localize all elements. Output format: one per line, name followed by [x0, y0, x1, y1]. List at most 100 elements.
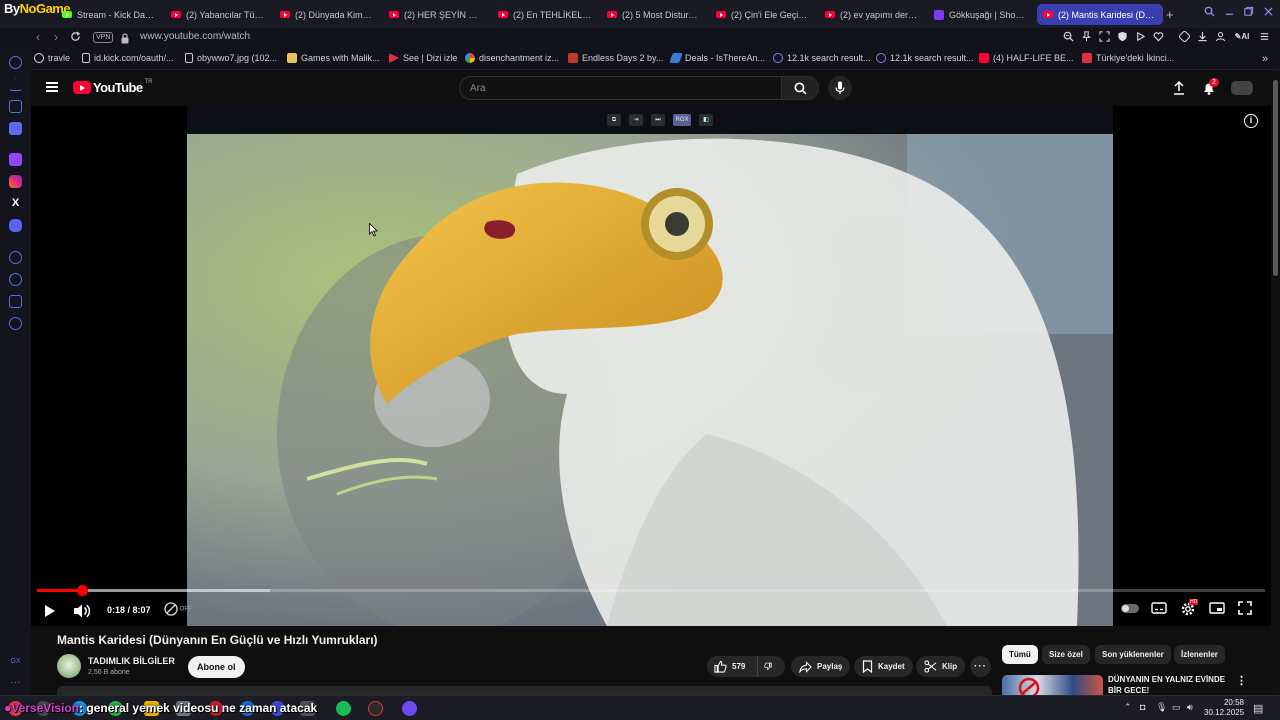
app-icon-recorder[interactable]: [368, 701, 383, 716]
recommendation-thumbnail[interactable]: [1002, 675, 1103, 695]
gx-icon[interactable]: GX: [9, 655, 22, 668]
hamburger-menu-icon[interactable]: [46, 82, 58, 92]
menu-icon[interactable]: [1258, 31, 1270, 43]
recommendation-menu-icon[interactable]: ⋮: [1236, 674, 1247, 687]
skip-icon[interactable]: ⏭: [651, 114, 665, 126]
bookmark-item[interactable]: (4) HALF-LIFE BE...: [979, 53, 1074, 63]
lock-icon[interactable]: [121, 31, 129, 44]
info-icon[interactable]: i: [1244, 114, 1258, 128]
dislike-button[interactable]: [757, 656, 785, 677]
ai-button[interactable]: ✎AI: [1232, 31, 1252, 43]
app-icon-gx[interactable]: [402, 701, 417, 716]
new-tab-button[interactable]: +: [1166, 7, 1174, 22]
speaker-icon[interactable]: 🔊︎: [1187, 702, 1193, 713]
chip-all[interactable]: Tümü: [1002, 645, 1038, 664]
exit-icon[interactable]: ⇥: [629, 114, 643, 126]
page-scrollbar[interactable]: [1272, 70, 1280, 695]
like-button[interactable]: 579: [707, 656, 757, 677]
forward-icon[interactable]: ›: [54, 30, 58, 44]
downloads-icon[interactable]: [1196, 31, 1208, 43]
notification-center-icon[interactable]: ▤: [1253, 702, 1263, 715]
tab-7[interactable]: (2) ev yapımı derin p: [819, 4, 925, 25]
vpn-badge[interactable]: VPN: [93, 32, 114, 43]
account-icon[interactable]: [1214, 31, 1226, 43]
fullscreen-icon[interactable]: [1238, 601, 1256, 617]
back-icon[interactable]: ‹: [36, 30, 40, 44]
url-field[interactable]: www.youtube.com/watch: [140, 31, 250, 42]
microphone-tray-icon[interactable]: 🎙︎: [1156, 702, 1167, 713]
channel-name[interactable]: TADIMLIK BİLGİLER: [88, 656, 175, 666]
heart-icon[interactable]: [1152, 31, 1164, 43]
screenshot-icon[interactable]: [1098, 31, 1110, 43]
clip-button[interactable]: Klip: [916, 656, 966, 677]
rgx-icon[interactable]: RGX: [673, 114, 691, 126]
zoom-icon[interactable]: [1062, 31, 1074, 43]
discord-icon[interactable]: [9, 219, 22, 232]
volume-button[interactable]: [73, 603, 91, 624]
shield-icon[interactable]: [1116, 31, 1128, 43]
bookmarks-overflow-icon[interactable]: »: [1262, 53, 1268, 65]
search-tabs-icon[interactable]: [1204, 6, 1215, 20]
reload-icon[interactable]: [70, 31, 81, 45]
search-button[interactable]: [781, 76, 819, 100]
puzzle-icon[interactable]: [9, 295, 22, 308]
popout-icon[interactable]: ⧉: [607, 114, 621, 126]
player-icon[interactable]: [9, 251, 22, 264]
save-button[interactable]: Kaydet: [854, 656, 913, 677]
autodub-toggle[interactable]: OFF: [164, 602, 192, 616]
bookmark-item[interactable]: Deals - IsThereAn...: [669, 53, 765, 63]
tab-2[interactable]: (2) Dünyada Kimseni: [274, 4, 380, 25]
extensions-icon[interactable]: [1178, 30, 1190, 43]
bookmark-item[interactable]: travle: [34, 53, 70, 63]
channel-avatar[interactable]: [57, 654, 81, 678]
pin-icon[interactable]: [1080, 31, 1092, 43]
box-icon[interactable]: [9, 100, 22, 113]
subtitles-icon[interactable]: [1151, 601, 1169, 617]
play-arrow-icon[interactable]: [1134, 31, 1146, 43]
messenger-icon[interactable]: [9, 122, 22, 135]
bookmark-item[interactable]: obywwo7.jpg (102...: [185, 53, 277, 63]
tab-active[interactable]: (2) Mantis Karidesi (Dünya: [1037, 4, 1163, 25]
tab-5[interactable]: (2) 5 Most Disturbing: [601, 4, 707, 25]
tab-8[interactable]: Gökkuşağı | Shopier: [928, 4, 1034, 25]
scrollbar-thumb[interactable]: [1273, 80, 1278, 276]
autoplay-toggle[interactable]: [1121, 604, 1139, 613]
tab-3[interactable]: (2) HER ŞEYİN Sizi Ö: [383, 4, 489, 25]
bookmark-item[interactable]: id.kick.com/oauth/...: [82, 53, 174, 63]
close-window-button[interactable]: [1263, 6, 1274, 20]
tab-0[interactable]: Stream - Kick Dashbo: [56, 4, 162, 25]
tray-app-icon[interactable]: ◘: [1140, 702, 1145, 712]
miniplayer-icon[interactable]: [1209, 601, 1227, 617]
bookmark-item[interactable]: See | Dizi izle: [389, 53, 457, 63]
more-actions-button[interactable]: ···: [970, 656, 991, 677]
settings-icon[interactable]: [9, 317, 22, 330]
pyramid-icon[interactable]: [9, 78, 22, 91]
bookmark-item[interactable]: Endless Days 2 by...: [568, 53, 663, 63]
tray-clock[interactable]: 20:58 30.12.2025: [1204, 698, 1244, 718]
recommendation-title[interactable]: DÜNYANIN EN YALNIZ EVİNDE BİR GECE!: [1108, 674, 1233, 695]
history-icon[interactable]: [9, 56, 22, 69]
more-icon[interactable]: ···: [9, 676, 22, 689]
tray-chevron-icon[interactable]: ⌃: [1124, 702, 1132, 713]
youtube-logo[interactable]: YouTube TR: [73, 79, 152, 95]
minimize-button[interactable]: [1224, 6, 1235, 20]
chip-recent[interactable]: Son yüklenenler: [1095, 645, 1171, 664]
voice-search-button[interactable]: [828, 76, 852, 100]
video-frame[interactable]: [187, 134, 1113, 626]
split-icon[interactable]: ◧: [699, 114, 713, 126]
video-player[interactable]: ⧉ ⇥ ⏭ RGX ◧ i 0:18 / 8:07 OFF HD: [31, 106, 1271, 626]
x-icon[interactable]: X: [9, 197, 22, 210]
progress-bar[interactable]: [37, 585, 1265, 596]
search-input[interactable]: Ara: [459, 76, 781, 100]
account-avatar[interactable]: [1231, 81, 1253, 95]
play-button[interactable]: [43, 603, 57, 624]
tab-1[interactable]: (2) Yabancılar Türk K: [165, 4, 271, 25]
bookmark-item[interactable]: 12.1k search result...: [876, 53, 974, 63]
twitch-icon[interactable]: [9, 153, 22, 166]
chip-watched[interactable]: İzlenenler: [1174, 645, 1225, 664]
bookmark-item[interactable]: disenchantment iz...: [465, 53, 559, 63]
upload-icon[interactable]: [1171, 80, 1187, 96]
tab-6[interactable]: (2) Çin'i Ele Geçiren: [710, 4, 816, 25]
spotify-icon[interactable]: [336, 701, 351, 716]
bookmark-item[interactable]: Türkiye'deki İkinci...: [1082, 53, 1174, 63]
